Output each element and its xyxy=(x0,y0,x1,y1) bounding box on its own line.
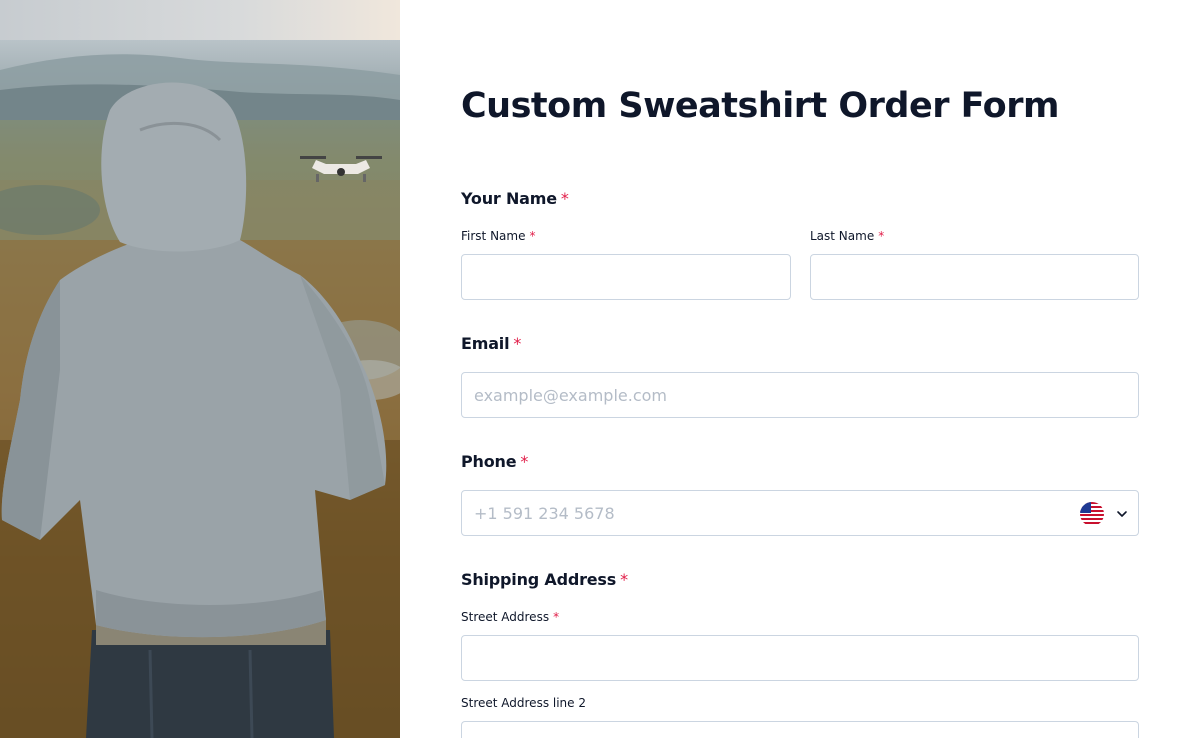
first-name-label: First Name * xyxy=(461,229,536,243)
required-mark: * xyxy=(560,189,569,208)
email-label: Email * xyxy=(461,334,522,353)
us-flag-icon[interactable] xyxy=(1080,502,1104,526)
street-address-label: Street Address * xyxy=(461,610,560,624)
street-address-field[interactable] xyxy=(461,635,1139,681)
hero-image xyxy=(0,0,400,738)
phone-input[interactable] xyxy=(474,491,1054,535)
phone-field[interactable] xyxy=(461,490,1139,536)
order-form: Custom Sweatshirt Order Form Your Name * … xyxy=(461,0,1139,738)
street-address-2-input[interactable] xyxy=(474,722,1126,738)
last-name-label: Last Name * xyxy=(810,229,885,243)
last-name-field[interactable] xyxy=(810,254,1139,300)
email-input[interactable] xyxy=(474,373,1126,417)
street-address-2-field[interactable] xyxy=(461,721,1139,738)
phone-label: Phone * xyxy=(461,452,529,471)
page-title: Custom Sweatshirt Order Form xyxy=(461,86,1059,126)
first-name-input[interactable] xyxy=(474,255,778,299)
required-mark: * xyxy=(878,229,885,243)
shipping-address-label: Shipping Address * xyxy=(461,570,628,589)
first-name-field[interactable] xyxy=(461,254,791,300)
required-mark: * xyxy=(529,229,536,243)
street-address-input[interactable] xyxy=(474,636,1126,680)
email-field[interactable] xyxy=(461,372,1139,418)
required-mark: * xyxy=(520,452,529,471)
your-name-label: Your Name * xyxy=(461,189,569,208)
required-mark: * xyxy=(553,610,560,624)
required-mark: * xyxy=(513,334,522,353)
required-mark: * xyxy=(620,570,628,589)
chevron-down-icon[interactable] xyxy=(1116,508,1128,520)
street-address-2-label: Street Address line 2 xyxy=(461,696,586,710)
drone xyxy=(300,156,382,182)
last-name-input[interactable] xyxy=(823,255,1126,299)
